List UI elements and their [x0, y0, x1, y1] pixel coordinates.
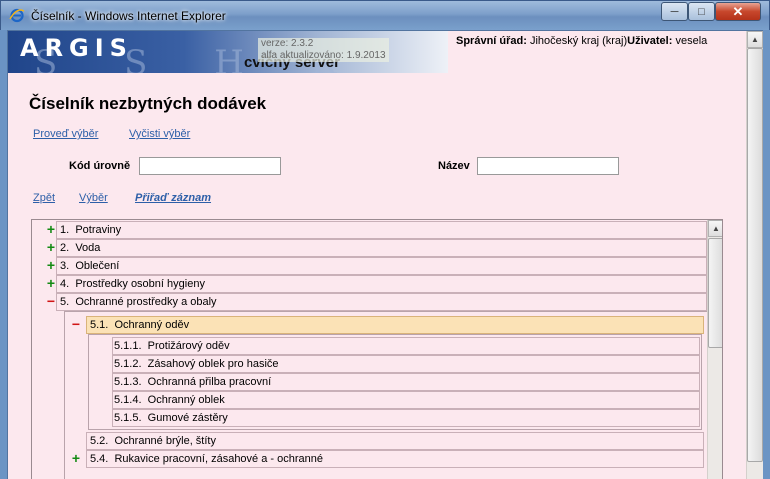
item-label: Potraviny: [75, 224, 122, 236]
tree-scrollbar[interactable]: ▲: [707, 220, 722, 479]
tree-item-5-2[interactable]: 5.2. Ochranné brýle, štíty: [86, 432, 704, 450]
internet-explorer-icon: [9, 8, 25, 23]
item-code: 5.1.: [90, 319, 109, 331]
tree-item-5-4[interactable]: 5.4. Rukavice pracovní, zásahové a - och…: [86, 450, 704, 468]
browser-content: S S H R ARGIS cvičný server verze: 2.3.2…: [7, 30, 763, 479]
tree-item-2[interactable]: 2. Voda: [56, 239, 707, 257]
item-label: Ochranný oděv: [114, 319, 190, 331]
item-code: 5.1.1.: [114, 340, 142, 352]
page-title: Číselník nezbytných dodávek: [29, 94, 267, 113]
item-code: 5.1.2.: [114, 358, 142, 370]
expand-icon[interactable]: +: [70, 451, 82, 465]
item-label: Ochranné brýle, štíty: [114, 435, 216, 447]
category-tree: + 1. Potraviny + 2. Voda + 3. Oblečení +…: [31, 219, 723, 479]
item-code: 3.: [60, 260, 70, 272]
item-label: Ochranná přilba pracovní: [147, 376, 272, 388]
tree-item-5-1-2[interactable]: 5.1.2. Zásahový oblek pro hasiče: [112, 355, 700, 373]
version-number: verze: 2.3.2: [261, 38, 314, 49]
item-code: 1.: [60, 224, 70, 236]
minimize-button[interactable]: ─: [661, 2, 688, 21]
item-label: Oblečení: [75, 260, 120, 272]
close-button[interactable]: ✕: [715, 2, 761, 21]
back-link[interactable]: Zpět: [33, 192, 55, 204]
window-titlebar: Číselník - Windows Internet Explorer ─ □…: [0, 0, 770, 30]
collapse-icon[interactable]: −: [70, 317, 82, 331]
page-scroll-thumb[interactable]: [747, 48, 763, 462]
item-label: Protižárový oděv: [147, 340, 230, 352]
window-title: Číselník - Windows Internet Explorer: [31, 9, 226, 23]
item-label: Voda: [75, 242, 101, 254]
apply-filter-link[interactable]: Proveď výběr: [33, 128, 98, 140]
name-label: Název: [438, 160, 470, 172]
select-link[interactable]: Výběr: [79, 192, 108, 204]
tree-item-3[interactable]: 3. Oblečení: [56, 257, 707, 275]
tree-item-4[interactable]: 4. Prostředky osobní hygieny: [56, 275, 707, 293]
user-label: Uživatel:: [627, 35, 673, 47]
item-label: Ochranný oblek: [147, 394, 225, 406]
user-info: Správní úřad: Jihočeský kraj (kraj)Uživa…: [456, 35, 707, 47]
user-value: vesela: [675, 35, 708, 47]
item-label: Ochranné prostředky a obaly: [75, 296, 217, 308]
scroll-thumb[interactable]: [708, 238, 722, 348]
tree-item-5-1-3[interactable]: 5.1.3. Ochranná přilba pracovní: [112, 373, 700, 391]
version-info: verze: 2.3.2 alfa aktualizováno: 1.9.201…: [258, 38, 389, 62]
assign-record-link[interactable]: Přiřaď záznam: [135, 192, 211, 204]
office-value: Jihočeský kraj (kraj): [529, 35, 628, 47]
code-label: Kód úrovně: [69, 160, 131, 172]
item-code: 5.2.: [90, 435, 109, 447]
tree-item-5-1[interactable]: 5.1. Ochranný oděv: [86, 316, 704, 334]
item-label: Zásahový oblek pro hasiče: [147, 358, 279, 370]
item-label: Rukavice pracovní, zásahové a - ochranné: [114, 453, 323, 465]
item-code: 5.1.4.: [114, 394, 142, 406]
tree-item-5-1-4[interactable]: 5.1.4. Ochranný oblek: [112, 391, 700, 409]
office-label: Správní úřad:: [456, 35, 527, 47]
tree-item-5[interactable]: 5. Ochranné prostředky a obaly: [56, 293, 707, 311]
version-date: alfa aktualizováno: 1.9.2013: [261, 50, 386, 61]
name-input[interactable]: [477, 157, 619, 175]
window-controls: ─ □ ✕: [661, 2, 761, 21]
item-label: Gumové zástěry: [147, 412, 228, 424]
code-input[interactable]: [139, 157, 281, 175]
item-label: Prostředky osobní hygieny: [75, 278, 205, 290]
item-code: 5.: [60, 296, 70, 308]
argis-logo: ARGIS: [20, 34, 133, 62]
item-code: 5.1.3.: [114, 376, 142, 388]
app-banner: S S H R ARGIS cvičný server verze: 2.3.2…: [8, 31, 448, 73]
clear-filter-link[interactable]: Vyčisti výběr: [129, 128, 190, 140]
maximize-button[interactable]: □: [688, 2, 715, 21]
page-scroll-up-arrow[interactable]: ▲: [747, 31, 763, 48]
tree-item-1[interactable]: 1. Potraviny: [56, 221, 707, 239]
item-code: 2.: [60, 242, 70, 254]
item-code: 5.1.5.: [114, 412, 142, 424]
scroll-up-arrow[interactable]: ▲: [708, 220, 722, 237]
item-code: 5.4.: [90, 453, 109, 465]
page-scrollbar[interactable]: ▲: [746, 31, 763, 479]
tree-item-5-1-5[interactable]: 5.1.5. Gumové zástěry: [112, 409, 700, 427]
item-code: 4.: [60, 278, 70, 290]
tree-item-5-1-1[interactable]: 5.1.1. Protižárový oděv: [112, 337, 700, 355]
